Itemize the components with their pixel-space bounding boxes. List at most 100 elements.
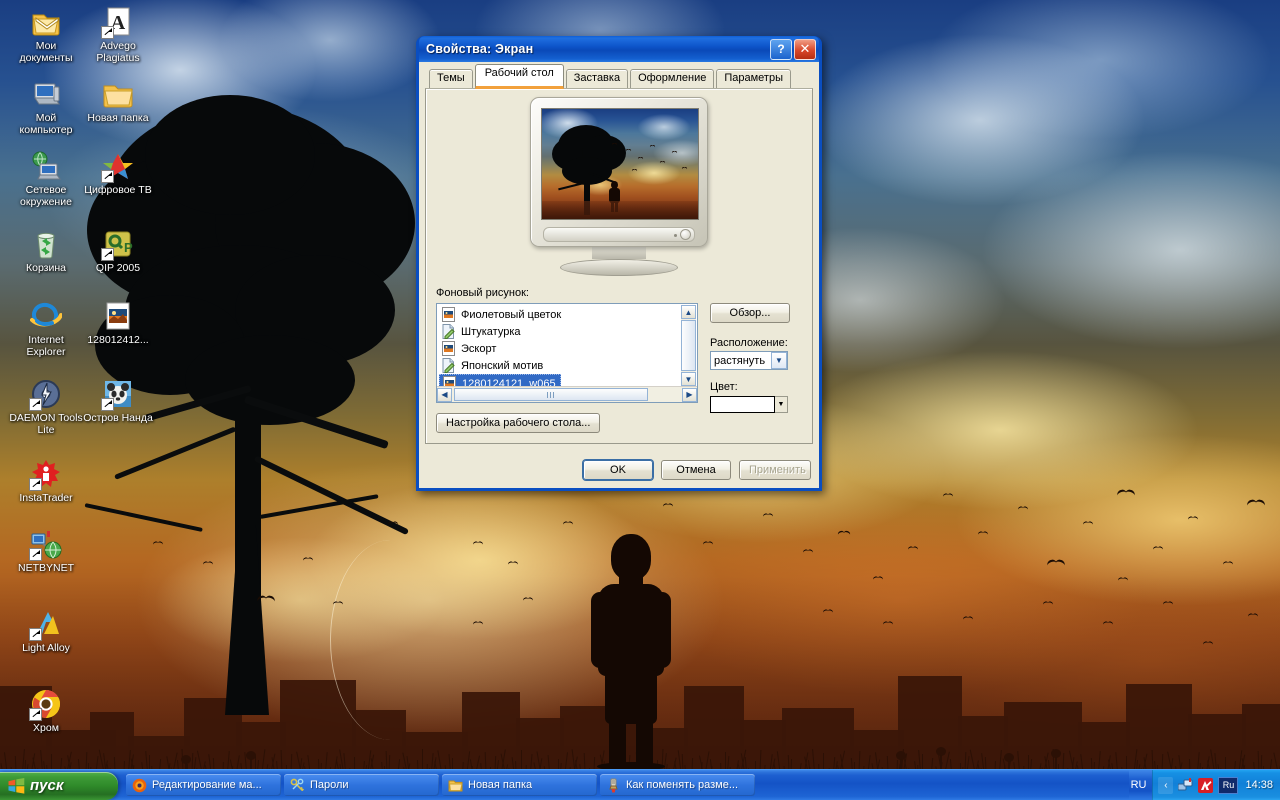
bird <box>883 621 893 625</box>
desktop-icon-folder[interactable]: Новая папка <box>80 78 156 125</box>
digital-tv-icon <box>101 150 134 183</box>
wallpaper-list-item[interactable]: Фиолетовый цветок <box>439 306 697 323</box>
panda-game-icon <box>101 378 134 411</box>
wallpaper-list-item[interactable]: Эскорт <box>439 340 697 357</box>
desktop-icon-internet-explorer[interactable]: Internet Explorer <box>8 300 84 358</box>
scroll-up-icon[interactable]: ▲ <box>681 305 696 319</box>
wallpaper-list-item[interactable]: Японский мотив <box>439 357 697 374</box>
bird <box>303 557 313 561</box>
language-bar[interactable]: RU <box>1128 770 1153 800</box>
desktop-icon-daemon-tools[interactable]: DAEMON Tools Lite <box>8 378 84 436</box>
monitor-power-led <box>680 229 691 240</box>
desktop-icon-my-computer[interactable]: Мой компьютер <box>8 78 84 136</box>
bird <box>1103 621 1113 625</box>
tab-2[interactable]: Рабочий стол <box>474 64 564 89</box>
shortcut-arrow-icon <box>29 548 42 561</box>
wallpaper-item-name: Японский мотив <box>461 359 544 372</box>
listbox-vertical-scrollbar[interactable]: ▲ ▼ <box>681 305 696 386</box>
customize-desktop-button[interactable]: Настройка рабочего стола... <box>436 413 601 433</box>
wallpaper-listbox[interactable]: Фиолетовый цветок Штукатурка Эскорт Японски… <box>436 303 698 403</box>
tab-strip[interactable]: Темы Рабочий стол Заставка Оформление Параме… <box>425 64 813 89</box>
monitor-base <box>560 259 678 276</box>
desktop-icon-label: Advego Plagiatus <box>96 40 140 64</box>
wallpaper-list-item[interactable]: 1280124121_w065 <box>439 374 561 386</box>
image-file-icon <box>441 307 456 322</box>
scroll-right-icon[interactable]: ▶ <box>682 387 697 402</box>
bird <box>473 541 483 545</box>
clock[interactable]: 14:38 <box>1245 779 1273 791</box>
desktop-icon-image-file[interactable]: 128012412... <box>80 300 156 347</box>
desktop-icon-qip[interactable]: P QIP 2005 <box>80 228 156 275</box>
monitor-indicator-dot <box>674 234 677 237</box>
bird <box>257 596 275 604</box>
system-tray: ‹ Ru 14:38 <box>1152 770 1280 800</box>
desktop-icon-netbynet[interactable]: NETBYNET <box>8 528 84 575</box>
desktop-icon-chrome[interactable]: Хром <box>8 688 84 735</box>
taskbar-button-label: Как поменять разме... <box>626 779 739 791</box>
dialog-title-bar[interactable]: Свойства: Экран ? ✕ <box>419 36 819 62</box>
desktop-icon-instatrader[interactable]: InstaTrader <box>8 458 84 505</box>
bird <box>563 521 573 525</box>
close-icon[interactable]: ✕ <box>794 38 816 60</box>
bird <box>1247 500 1265 508</box>
desktop-icon-advego-plagiatus[interactable]: A Advego Plagiatus <box>80 6 156 64</box>
vertical-scroll-thumb[interactable] <box>681 320 696 371</box>
wallpaper-boy-silhouette <box>585 534 677 771</box>
keys-icon <box>290 778 305 793</box>
wallpaper-label: Фоновый рисунок: <box>436 287 529 299</box>
color-swatch <box>710 396 775 413</box>
desktop-icon-my-documents[interactable]: Мои документы <box>8 6 84 64</box>
start-label: пуск <box>30 777 64 794</box>
wallpaper-item-name: Штукатурка <box>461 325 521 338</box>
tab-3[interactable]: Заставка <box>565 69 629 88</box>
tab-1[interactable]: Темы <box>429 69 473 88</box>
chrome-icon <box>29 688 62 721</box>
kaspersky-icon[interactable] <box>1198 777 1214 793</box>
taskbar-button[interactable]: Как поменять разме... <box>600 774 755 796</box>
bird <box>663 503 673 507</box>
advego-plagiatus-icon: A <box>101 6 134 39</box>
position-dropdown[interactable]: растянуть ▼ <box>710 351 788 370</box>
taskbar-button[interactable]: Новая папка <box>442 774 597 796</box>
color-chevron-down-icon[interactable]: ▼ <box>775 396 788 413</box>
position-value: растянуть <box>714 354 766 367</box>
network-icon[interactable] <box>1177 777 1193 793</box>
shortcut-arrow-icon <box>101 398 114 411</box>
language-badge[interactable]: Ru <box>1218 776 1239 794</box>
horizontal-scroll-track[interactable] <box>453 388 681 401</box>
desktop-icon-recycle-bin[interactable]: Корзина <box>8 228 84 275</box>
ok-button[interactable]: OK <box>583 460 653 480</box>
desktop-icon-digital-tv[interactable]: Цифровое ТВ <box>80 150 156 197</box>
listbox-horizontal-scrollbar[interactable]: ◀ ▶ <box>437 386 697 402</box>
display-properties-dialog[interactable]: Свойства: Экран ? ✕ Темы Рабочий стол Заст… <box>416 36 822 491</box>
tab-5[interactable]: Параметры <box>716 69 791 88</box>
start-button[interactable]: пуск <box>0 771 118 800</box>
horizontal-scroll-thumb[interactable] <box>454 388 648 401</box>
tab-4[interactable]: Оформление <box>630 69 715 88</box>
desktop-icon-label: 128012412... <box>87 334 149 346</box>
tray-expand-chevron-icon[interactable]: ‹ <box>1158 776 1174 794</box>
desktop-icon-network-places[interactable]: Сетевое окружение <box>8 150 84 208</box>
scroll-down-icon[interactable]: ▼ <box>681 372 696 386</box>
language-indicator: RU <box>1130 779 1147 791</box>
browse-button[interactable]: Обзор... <box>710 303 790 323</box>
wallpaper-list-items[interactable]: Фиолетовый цветок Штукатурка Эскорт Японски… <box>437 304 697 386</box>
desktop-icon-panda-game[interactable]: Остров Нанда <box>80 378 156 425</box>
document-file-icon <box>441 358 456 373</box>
bird <box>1248 613 1258 617</box>
desktop-tab-panel: Фоновый рисунок: Фиолетовый цветок Штукат… <box>425 88 813 444</box>
taskbar-button[interactable]: Пароли <box>284 774 439 796</box>
taskbar-button[interactable]: Редактирование ма... <box>126 774 281 796</box>
desktop-icon-light-alloy[interactable]: Light Alloy <box>8 608 84 655</box>
firefox-icon <box>132 778 147 793</box>
chevron-down-icon[interactable]: ▼ <box>771 352 787 369</box>
svg-text:P: P <box>124 240 133 255</box>
color-dropdown[interactable]: ▼ <box>710 395 788 414</box>
help-button[interactable]: ? <box>770 38 792 60</box>
cancel-button[interactable]: Отмена <box>661 460 731 480</box>
bird <box>1223 561 1233 565</box>
desktop-icon-label: Остров Нанда <box>83 412 153 424</box>
taskbar: пуск Редактирование ма... Пароли Новая пап… <box>0 769 1280 800</box>
scroll-left-icon[interactable]: ◀ <box>437 387 452 402</box>
wallpaper-list-item[interactable]: Штукатурка <box>439 323 697 340</box>
